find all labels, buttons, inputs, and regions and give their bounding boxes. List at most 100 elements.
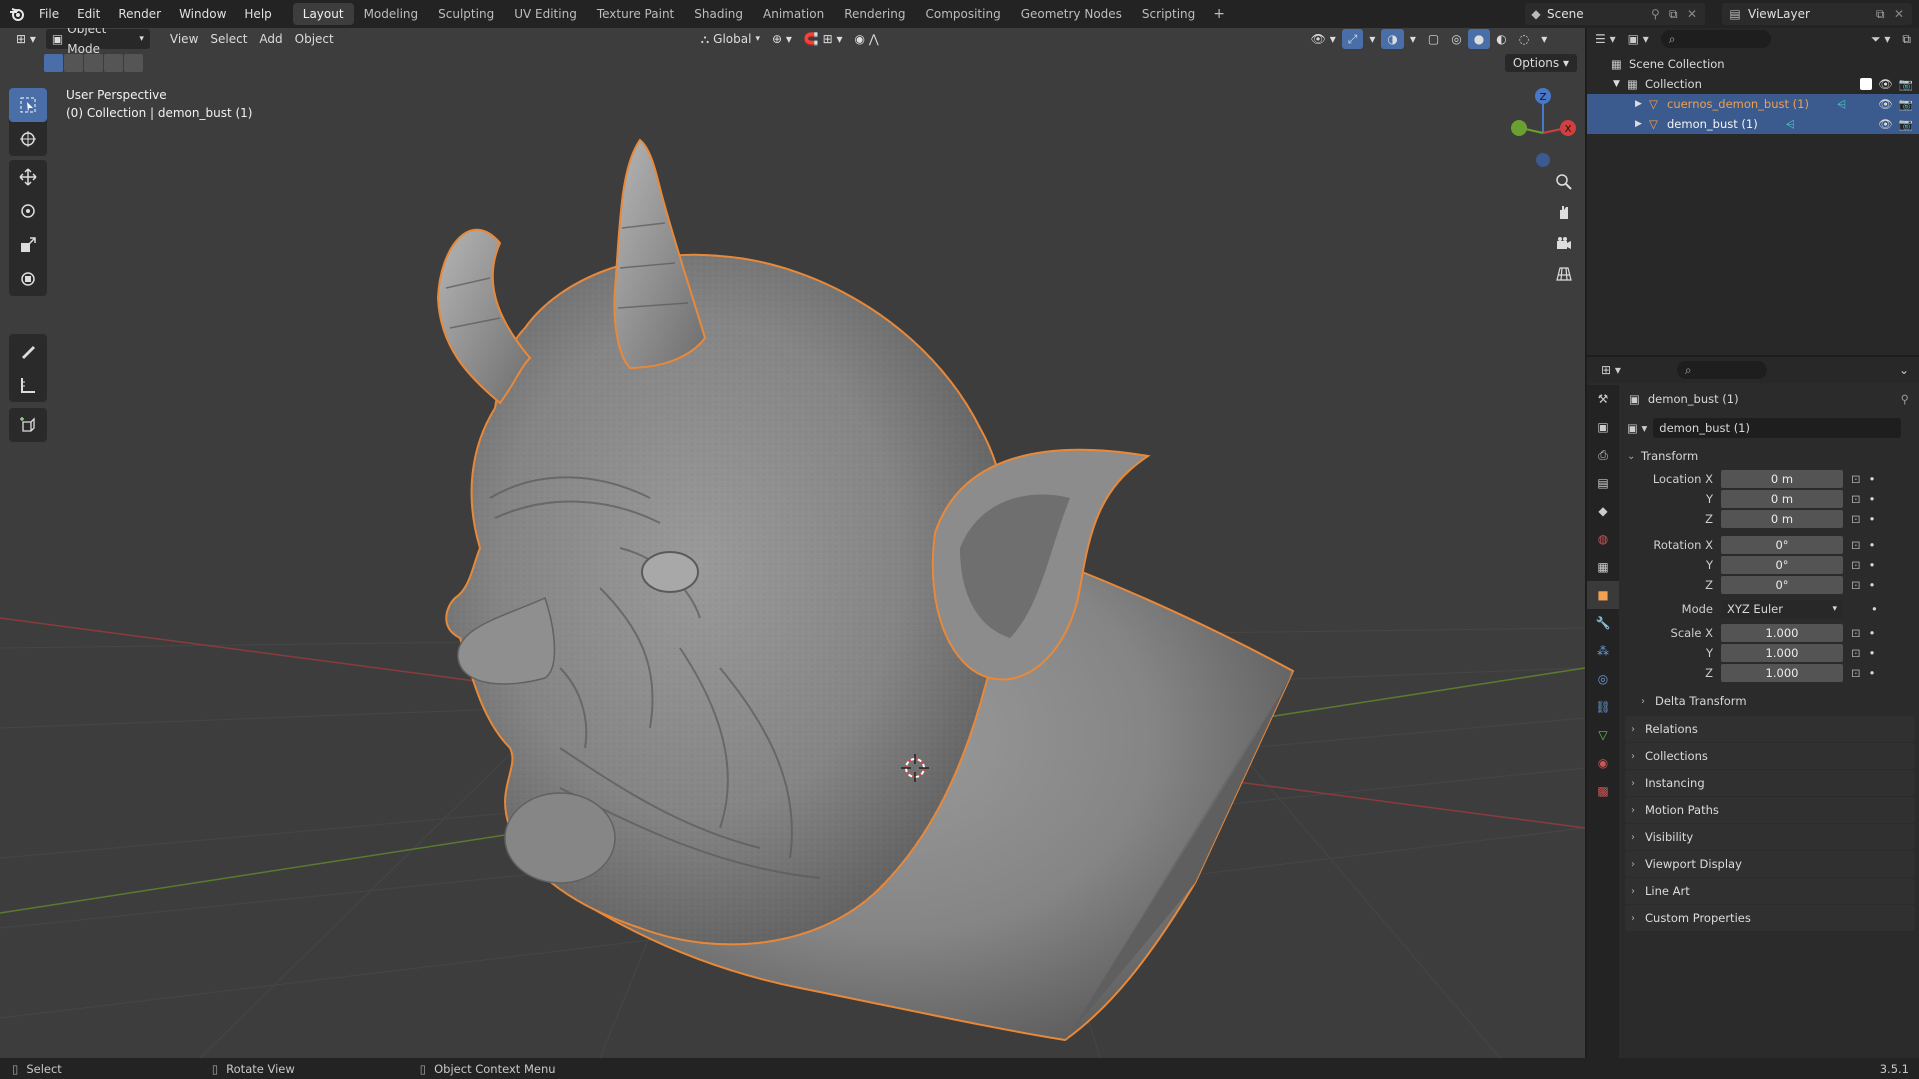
keyframe-dot-icon[interactable]: • — [1869, 578, 1876, 592]
camera-icon[interactable]: 📷 — [1899, 117, 1913, 131]
filter-icon[interactable]: ⏷ ▾ — [1871, 32, 1890, 47]
scale-z-field[interactable]: 1.000 — [1721, 664, 1843, 682]
menu-file[interactable]: File — [30, 3, 68, 25]
tab-geometry-nodes[interactable]: Geometry Nodes — [1011, 3, 1132, 25]
collection-tab-icon[interactable]: ▦ — [1587, 553, 1619, 581]
cursor-tool-icon[interactable] — [9, 122, 47, 156]
overlay-dropdown-icon[interactable]: ▾ — [1404, 29, 1422, 49]
visibility-icon[interactable]: 👁 ▾ — [1305, 29, 1342, 49]
lock-icon[interactable]: ⊡ — [1851, 512, 1861, 526]
mode-dropdown[interactable]: ▣ Object Mode ▾ — [45, 28, 150, 56]
panel-custom-properties[interactable]: › Custom Properties — [1625, 905, 1915, 931]
eye-icon[interactable]: 👁 — [1878, 117, 1893, 131]
chevron-down-icon[interactable]: ⌄ — [1899, 363, 1909, 377]
lock-icon[interactable]: ⊡ — [1851, 578, 1861, 592]
mesh-data-tab-icon[interactable]: ▽ — [1587, 721, 1619, 749]
measure-tool-icon[interactable] — [9, 368, 47, 402]
select-extend-icon[interactable] — [64, 54, 83, 72]
menu-help[interactable]: Help — [235, 3, 280, 25]
menu-add[interactable]: Add — [253, 29, 288, 49]
menu-edit[interactable]: Edit — [68, 3, 109, 25]
editor-type-icon[interactable]: ⊞ ▾ — [10, 29, 42, 49]
properties-search-field[interactable]: ⌕ — [1676, 361, 1767, 379]
viewport-canvas[interactable]: Z X — [0, 28, 1585, 1058]
tab-compositing[interactable]: Compositing — [915, 3, 1010, 25]
menu-select[interactable]: Select — [204, 29, 253, 49]
keyframe-dot-icon[interactable]: • — [1869, 492, 1876, 506]
blender-logo-icon[interactable] — [4, 1, 30, 27]
tab-sculpting[interactable]: Sculpting — [428, 3, 504, 25]
new-collection-icon[interactable]: ⧉ — [1902, 32, 1911, 47]
panel-collections[interactable]: › Collections — [1625, 743, 1915, 769]
expand-arrow-icon[interactable]: ▶ — [1635, 119, 1649, 129]
keyframe-dot-icon[interactable]: • — [1871, 602, 1878, 616]
tab-shading[interactable]: Shading — [684, 3, 753, 25]
camera-view-icon[interactable] — [1552, 231, 1576, 255]
keyframe-dot-icon[interactable]: • — [1869, 646, 1876, 660]
world-tab-icon[interactable]: ◍ — [1587, 525, 1619, 553]
object-name-field[interactable]: demon_bust (1) — [1653, 418, 1902, 438]
panel-viewport-display[interactable]: › Viewport Display — [1625, 851, 1915, 877]
rotation-z-field[interactable]: 0° — [1721, 576, 1843, 594]
pin-icon[interactable]: ⚲ — [1651, 7, 1669, 21]
outliner-row-demon-bust[interactable]: ▶ ▽ demon_bust (1) ⩤ 👁 📷 — [1587, 114, 1919, 134]
rotate-tool-icon[interactable] — [9, 194, 47, 228]
location-y-field[interactable]: 0 m — [1721, 490, 1843, 508]
add-workspace-icon[interactable]: + — [1205, 6, 1233, 22]
orientation-dropdown[interactable]: ⛬ Global ▾ — [695, 29, 766, 49]
select-new-icon[interactable] — [44, 54, 63, 72]
panel-visibility[interactable]: › Visibility — [1625, 824, 1915, 850]
outliner-row-collection[interactable]: ▼ ▦ Collection 👁 📷 — [1587, 74, 1919, 94]
options-dropdown[interactable]: Options ▾ — [1504, 54, 1577, 72]
menu-window[interactable]: Window — [170, 3, 235, 25]
menu-view[interactable]: View — [164, 29, 204, 49]
delete-view-layer-icon[interactable]: ✕ — [1894, 7, 1912, 21]
overlay-toggle-icon[interactable]: ◑ — [1381, 29, 1404, 49]
pin-icon[interactable]: ⚲ — [1901, 392, 1909, 406]
snap-icon[interactable]: 🧲 ⊞ ▾ — [798, 29, 849, 49]
rotation-mode-dropdown[interactable]: XYZ Euler ▾ — [1721, 600, 1843, 618]
keyframe-dot-icon[interactable]: • — [1869, 512, 1876, 526]
3d-viewport[interactable]: Z X ⊞ ▾ ▣ Object Mode ▾ View Select Add … — [0, 28, 1585, 1058]
keyframe-dot-icon[interactable]: • — [1869, 558, 1876, 572]
render-tab-icon[interactable]: ▣ — [1587, 413, 1619, 441]
perspective-toggle-icon[interactable] — [1552, 262, 1576, 286]
pivot-icon[interactable]: ⊕ ▾ — [766, 29, 798, 49]
physics-tab-icon[interactable]: ◎ — [1587, 665, 1619, 693]
delete-scene-icon[interactable]: ✕ — [1687, 7, 1705, 21]
proportional-edit-icon[interactable]: ◉ ⋀ — [849, 29, 885, 49]
constraints-tab-icon[interactable]: ⛓ — [1587, 693, 1619, 721]
panel-instancing[interactable]: › Instancing — [1625, 770, 1915, 796]
eye-icon[interactable]: 👁 — [1878, 77, 1893, 91]
view-layer-tab-icon[interactable]: ▤ — [1587, 469, 1619, 497]
keyframe-dot-icon[interactable]: • — [1869, 472, 1876, 486]
outliner-editor-icon[interactable]: ☰ ▾ — [1595, 32, 1616, 46]
shading-dropdown-icon[interactable]: ▾ — [1535, 29, 1553, 49]
tab-layout[interactable]: Layout — [292, 3, 354, 25]
shading-wireframe-icon[interactable]: ◎ — [1445, 29, 1467, 49]
annotate-tool-icon[interactable] — [9, 334, 47, 368]
location-x-field[interactable]: 0 m — [1721, 470, 1843, 488]
object-tab-icon[interactable]: ■ — [1587, 581, 1619, 609]
add-cube-tool-icon[interactable] — [9, 408, 47, 442]
new-scene-icon[interactable]: ⧉ — [1669, 7, 1687, 22]
lock-icon[interactable]: ⊡ — [1851, 472, 1861, 486]
panel-relations[interactable]: › Relations — [1625, 716, 1915, 742]
tab-rendering[interactable]: Rendering — [834, 3, 915, 25]
outliner-search-field[interactable]: ⌕ — [1660, 30, 1771, 48]
tool-tab-icon[interactable]: ⚒ — [1587, 385, 1619, 413]
modifier-tab-icon[interactable]: 🔧 — [1587, 609, 1619, 637]
material-tab-icon[interactable]: ◉ — [1587, 749, 1619, 777]
camera-icon[interactable]: 📷 — [1899, 97, 1913, 111]
move-tool-icon[interactable] — [9, 160, 47, 194]
transform-panel-header[interactable]: ⌄ Transform — [1621, 443, 1919, 469]
menu-object[interactable]: Object — [289, 29, 340, 49]
scale-x-field[interactable]: 1.000 — [1721, 624, 1843, 642]
lock-icon[interactable]: ⊡ — [1851, 626, 1861, 640]
lock-icon[interactable]: ⊡ — [1851, 558, 1861, 572]
tab-scripting[interactable]: Scripting — [1132, 3, 1205, 25]
transform-tool-icon[interactable] — [9, 262, 47, 296]
select-subtract-icon[interactable] — [84, 54, 103, 72]
lock-icon[interactable]: ⊡ — [1851, 666, 1861, 680]
camera-icon[interactable]: 📷 — [1899, 77, 1913, 91]
